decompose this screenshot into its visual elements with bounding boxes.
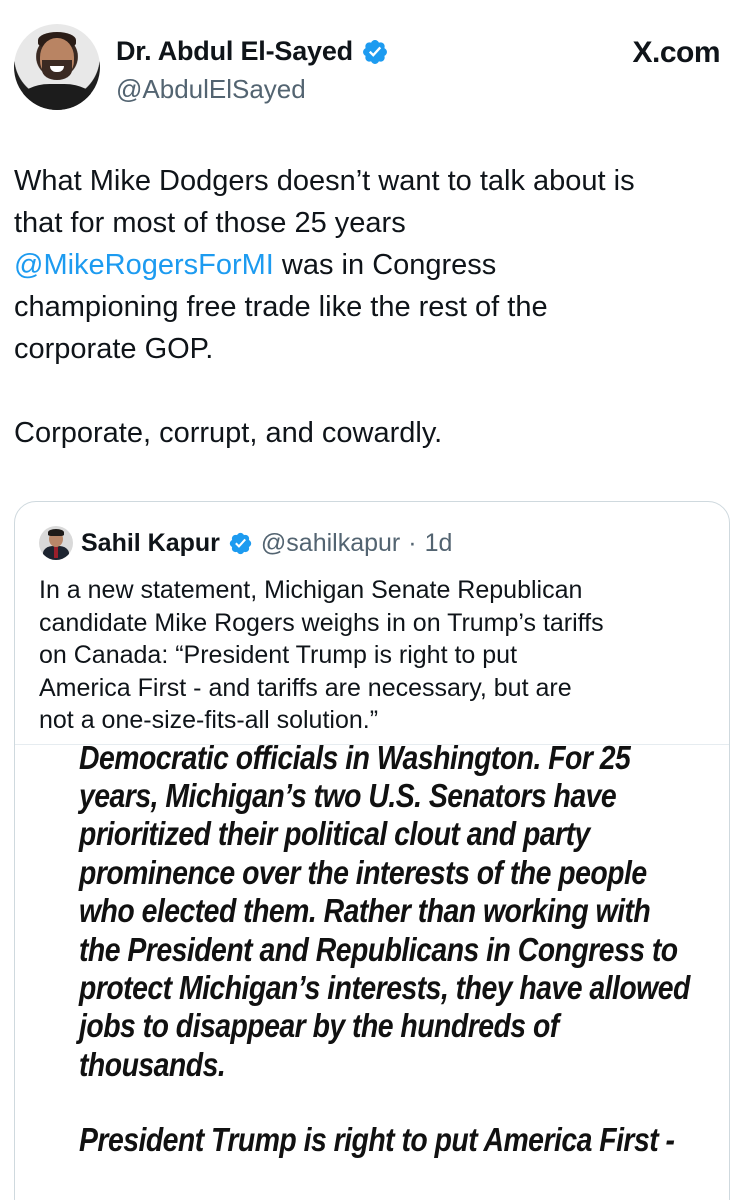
quoted-post[interactable]: Sahil Kapur @sahilkapur · 1d In a new stat…: [14, 501, 730, 1200]
author-handle[interactable]: @AbdulElSayed: [116, 74, 306, 105]
statement-text-line: protect Michigan’s interests, they have …: [79, 969, 690, 1006]
verified-badge-icon: [229, 532, 252, 554]
post-text-line: that for most of those 25 years: [14, 207, 406, 239]
post-text-line: Corporate, corrupt, and cowardly.: [14, 417, 443, 449]
statement-text-line: jobs to disappear by the hundreds of: [79, 1007, 559, 1044]
quoted-text-line: not a one-size-fits-all solution.”: [39, 706, 379, 734]
statement-image[interactable]: Democratic officials in Washington. For …: [15, 744, 729, 1200]
verified-badge-icon: [362, 39, 387, 64]
author-name-row: Dr. Abdul El-Sayed: [116, 36, 389, 67]
author-avatar[interactable]: [14, 24, 100, 110]
statement-text-line: years, Michigan’s two U.S. Senators have: [79, 777, 617, 814]
quoted-text-line: In a new statement, Michigan Senate Repu…: [39, 576, 583, 604]
quoted-text-line: candidate Mike Rogers weighs in on Trump…: [39, 608, 604, 637]
quoted-author-avatar[interactable]: [39, 526, 73, 560]
post-header: Dr. Abdul El-Sayed @AbdulElSayed X.com: [14, 24, 720, 114]
post-text-line: @MikeRogersForMI was in Congress: [14, 244, 730, 286]
x-logo[interactable]: X.com: [632, 36, 720, 70]
separator-dot: ·: [408, 528, 417, 557]
post-text-line: corporate GOP.: [14, 333, 214, 365]
quoted-text-line: America First - and tariffs are necessar…: [39, 673, 572, 702]
quoted-text-line: on Canada: “President Trump is right to …: [39, 641, 518, 669]
statement-text-line: who elected them. Rather than working wi…: [79, 892, 651, 929]
mention-link[interactable]: @MikeRogersForMI: [14, 249, 274, 281]
quoted-post-text: In a new statement, Michigan Senate Repu…: [39, 574, 715, 737]
statement-text-line: thousands.: [79, 1046, 226, 1083]
quoted-author-name[interactable]: Sahil Kapur: [81, 529, 220, 558]
statement-text-line: Democratic officials in Washington. For …: [79, 744, 631, 776]
post-text-line: championing free trade like the rest of …: [14, 291, 548, 323]
post-text: What Mike Dodgers doesn’t want to talk a…: [14, 160, 730, 454]
author-name[interactable]: Dr. Abdul El-Sayed: [116, 36, 353, 67]
statement-text-line: President Trump is right to put America …: [79, 1121, 675, 1158]
quoted-author-handle[interactable]: @sahilkapur: [261, 529, 400, 558]
statement-text-line: the President and Republicans in Congres…: [79, 931, 678, 968]
post-text-line: What Mike Dodgers doesn’t want to talk a…: [14, 165, 635, 197]
quoted-post-time[interactable]: 1d: [425, 529, 453, 558]
statement-text-line: prominence over the interests of the peo…: [79, 854, 647, 891]
statement-text-line: prioritized their political clout and pa…: [79, 815, 590, 852]
quoted-post-header: Sahil Kapur @sahilkapur · 1d: [39, 526, 452, 560]
post-text-fragment: was in Congress: [273, 249, 497, 281]
